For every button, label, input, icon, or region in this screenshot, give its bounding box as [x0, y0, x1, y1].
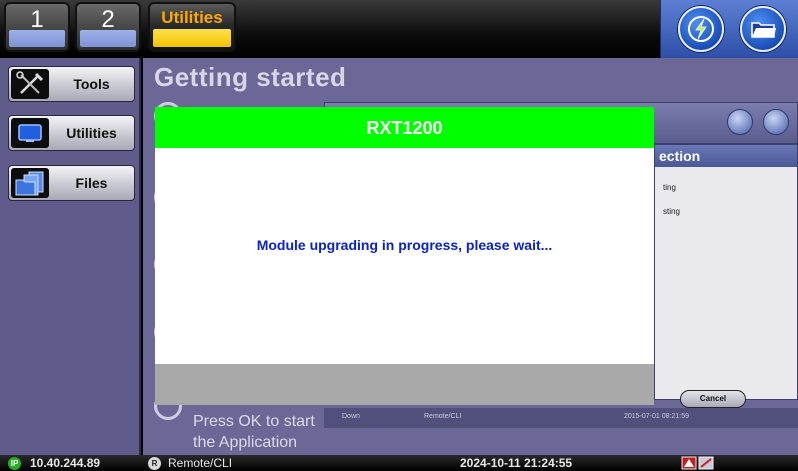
tab-2-stripe: [80, 30, 136, 47]
files-icon: [11, 168, 49, 198]
tab-1-stripe: [9, 30, 65, 47]
panel-line: sting: [663, 207, 680, 216]
press-ok-text: Press OK to start the Application: [193, 411, 315, 453]
remote-status-text: Remote/CLI: [168, 456, 233, 470]
sidebar-item-label: Tools: [73, 76, 110, 92]
dialog-title: RXT1200: [155, 107, 654, 148]
panel-line: ting: [663, 183, 676, 192]
folder-icon: [751, 22, 776, 38]
tools-icon: [11, 69, 49, 99]
tab-utilities[interactable]: Utilities: [148, 2, 236, 52]
ip-address: 10.40.244.89: [30, 456, 101, 470]
down-status: Down: [342, 413, 360, 420]
tab-2[interactable]: 2: [75, 2, 141, 52]
power-bolt-icon: [688, 16, 714, 42]
cancel-button[interactable]: Cancel: [680, 390, 746, 408]
open-folder-button[interactable]: [740, 6, 786, 52]
application-line: the Application: [193, 434, 298, 451]
datetime: 2024-10-11 21:24:55: [460, 456, 573, 470]
sync-icon[interactable]: [763, 109, 789, 135]
monitor-icon: [11, 118, 49, 148]
remote-status: Remote/CLI: [424, 413, 462, 420]
press-ok-line: Press OK to start: [193, 413, 315, 430]
connection-panel-title: ection: [655, 145, 797, 167]
sidebar: Tools Utilities Files: [0, 58, 141, 455]
connection-panel: ection ting sting: [654, 144, 798, 400]
ip-icon: IP: [8, 457, 21, 470]
progress-dialog: RXT1200 Module upgrading in progress, pl…: [155, 107, 654, 405]
tab-utilities-label: Utilities: [161, 8, 223, 27]
tab-1[interactable]: 1: [4, 2, 70, 52]
top-bar: 1 2 Utilities: [0, 0, 798, 58]
remote-icon: R: [148, 457, 161, 470]
sidebar-item-files[interactable]: Files: [8, 165, 135, 201]
alert-icons: [681, 456, 715, 470]
refresh-icon[interactable]: [727, 109, 753, 135]
background-status-bar: Down Remote/CLI 2015-07-01 08:21:59: [324, 408, 798, 428]
power-status-button[interactable]: [678, 6, 724, 52]
status-timestamp: 2015-07-01 08:21:59: [624, 413, 689, 420]
sidebar-item-label: Utilities: [66, 125, 117, 141]
sidebar-item-tools[interactable]: Tools: [8, 66, 135, 102]
status-bar: IP 10.40.244.89 R Remote/CLI 2024-10-11 …: [0, 455, 798, 471]
page-title: Getting started: [154, 62, 347, 92]
sidebar-item-utilities[interactable]: Utilities: [8, 115, 135, 151]
top-right-panel: [660, 0, 798, 58]
dialog-footer: [155, 364, 654, 405]
sidebar-item-label: Files: [75, 175, 108, 191]
dialog-message: Module upgrading in progress, please wai…: [256, 237, 553, 253]
tab-utilities-stripe: [153, 29, 231, 47]
